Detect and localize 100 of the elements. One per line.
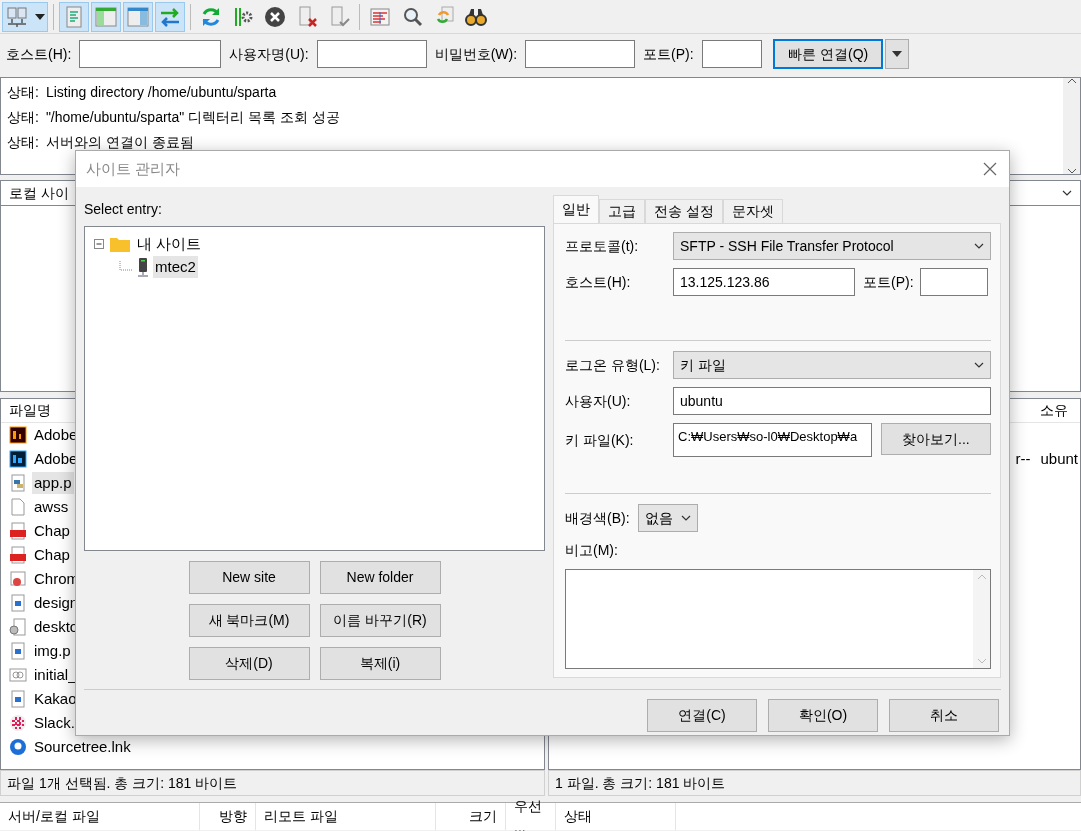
file-name[interactable]: Chap: [32, 519, 72, 543]
photoshop-file-icon: [9, 450, 27, 468]
tab[interactable]: 문자셋: [722, 199, 783, 223]
field-label: 호스트(H):: [565, 272, 632, 292]
close-circle-icon: [263, 4, 287, 29]
permissions-text: r--: [1014, 448, 1032, 469]
log-label: 상태:: [7, 83, 39, 102]
settings-file-icon: [9, 618, 27, 636]
comments-field[interactable]: [565, 569, 991, 669]
dialog-title: 사이트 관리자: [86, 158, 181, 179]
tab[interactable]: 일반: [553, 195, 599, 223]
dropdown-button[interactable]: [885, 39, 910, 69]
toolbar-button[interactable]: [2, 1, 48, 32]
field-label: 키 파일(K):: [565, 431, 635, 450]
dialog-button[interactable]: 연결(C): [647, 698, 757, 732]
status-text: 파일 1개 선택됨. 총 크기: 181 바이트: [7, 773, 238, 793]
pdf-file-icon: [9, 522, 27, 540]
tab[interactable]: 전송 설정: [645, 199, 723, 223]
file-name[interactable]: Kakao: [32, 687, 79, 711]
slack-icon: [9, 714, 27, 732]
background-color-dropdown[interactable]: 없음: [637, 504, 698, 532]
python-file-icon: [9, 474, 27, 492]
log-label: 상태:: [7, 108, 39, 127]
illustrator-file-icon: [9, 426, 27, 444]
dialog-button[interactable]: 취소: [889, 698, 999, 732]
field-label: Select entry:: [84, 199, 162, 219]
scroll-up-icon: [1066, 78, 1077, 84]
log-label: 상태:: [7, 133, 39, 152]
field-label: 배경색(B):: [565, 508, 630, 528]
scroll-up-icon: [976, 574, 987, 580]
dialog-button[interactable]: 새 북마크(M): [188, 603, 310, 637]
column-header[interactable]: 상태: [556, 803, 676, 830]
protocol-dropdown[interactable]: SFTP - SSH File Transfer Protocol: [673, 232, 991, 260]
file-name[interactable]: Chap: [32, 543, 72, 567]
tree-item[interactable]: mtec2: [153, 255, 198, 279]
input-field[interactable]: [316, 40, 427, 68]
logon-type-dropdown[interactable]: 키 파일: [673, 351, 991, 379]
log-message: 서버와의 연결이 종료됨: [45, 133, 194, 152]
field-label: 프로토콜(t):: [565, 236, 640, 256]
image-file-icon: [9, 690, 27, 708]
window-icon: [94, 4, 118, 29]
sourcetree-icon: [9, 738, 27, 756]
field-label: 사용자(U):: [565, 391, 632, 411]
field-label: 호스트(H):: [6, 44, 72, 64]
input-field[interactable]: [79, 40, 222, 68]
caret-icon: [892, 51, 903, 57]
field-label: 포트(P):: [643, 44, 694, 64]
caret-icon: [35, 13, 45, 20]
scroll-down-icon: [1066, 168, 1077, 174]
column-header[interactable]: 파일명: [9, 400, 51, 421]
collapse-icon[interactable]: [93, 238, 105, 250]
status-text: 1 파일. 총 크기: 181 바이트: [555, 773, 726, 793]
file-name[interactable]: app.p: [32, 471, 74, 495]
file-name[interactable]: Adobe: [32, 447, 80, 471]
field-label: 비밀번호(W):: [434, 44, 518, 64]
dialog-button[interactable]: 삭제(D): [188, 646, 310, 680]
port-field[interactable]: [919, 268, 988, 296]
dialog-button[interactable]: New site: [188, 560, 310, 594]
file-name[interactable]: img.p: [32, 639, 73, 663]
column-header[interactable]: 리모트 파일: [256, 803, 436, 830]
close-icon[interactable]: [983, 162, 997, 176]
folder-icon: [109, 235, 131, 253]
column-header[interactable]: 소유: [1040, 400, 1068, 421]
file-name[interactable]: Sourcetree.lnk: [32, 735, 133, 759]
link-file-icon: [9, 666, 27, 684]
chevron-down-icon: [974, 243, 984, 249]
column-header[interactable]: 서버/로컬 파일: [0, 803, 200, 830]
browse-button[interactable]: 찾아보기...: [880, 423, 991, 455]
image-file-icon: [9, 594, 27, 612]
tree-line-icon: [119, 261, 133, 273]
file-name[interactable]: Slack.: [32, 711, 77, 735]
dialog-button[interactable]: 이름 바꾸기(R): [319, 603, 441, 637]
field-label: 로그온 유형(L):: [565, 355, 661, 375]
file-name[interactable]: awss: [32, 495, 71, 519]
column-header[interactable]: 방향: [200, 803, 256, 830]
tab[interactable]: 고급: [599, 199, 645, 223]
chevron-down-icon: [1062, 190, 1072, 196]
file-name[interactable]: initial_: [32, 663, 79, 687]
dialog-button[interactable]: New folder: [319, 560, 441, 594]
key-file-field[interactable]: C:₩Users₩so-l0₩Desktop₩a: [673, 423, 872, 457]
quickconnect-button[interactable]: 빠른 연결(Q): [773, 39, 884, 69]
chevron-down-icon: [680, 515, 691, 521]
log-message: "/home/ubuntu/sparta" 디렉터리 목록 조회 성공: [45, 108, 340, 127]
file-name[interactable]: Adobe: [32, 423, 80, 447]
host-field[interactable]: 13.125.123.86: [673, 268, 855, 296]
scroll-down-icon: [976, 658, 987, 664]
shortcut-icon: [9, 570, 27, 588]
site-label: 로컬 사이: [9, 183, 69, 203]
dialog-button[interactable]: 확인(O): [768, 698, 878, 732]
field-label: 비고(M):: [565, 541, 618, 560]
input-field[interactable]: [701, 40, 762, 68]
column-header[interactable]: 크기: [436, 803, 506, 830]
field-label: 포트(P):: [863, 272, 914, 292]
dialog-button[interactable]: 복제(i): [319, 646, 441, 680]
user-field[interactable]: ubuntu: [673, 387, 991, 415]
window-icon: [126, 4, 150, 29]
chevron-down-icon: [974, 362, 984, 368]
tree-item[interactable]: 내 사이트: [135, 232, 204, 256]
server-icon: [5, 4, 29, 29]
input-field[interactable]: [525, 40, 636, 68]
